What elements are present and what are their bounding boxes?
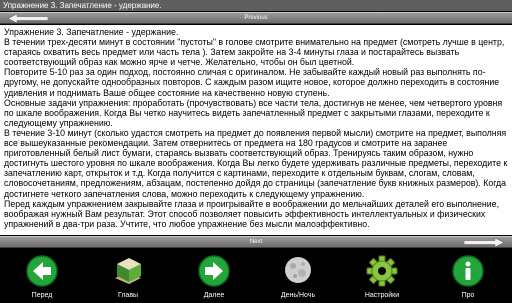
day-night-button[interactable]: День/Ночь <box>270 250 326 303</box>
back-label: Перед <box>31 292 53 299</box>
moon-icon <box>285 257 311 283</box>
reading-area[interactable]: Упражнение 3. Запечатление - удержание. … <box>0 25 512 235</box>
previous-bar[interactable]: Previous <box>0 12 512 24</box>
back-button[interactable]: Перед <box>14 250 70 303</box>
paragraph: В течение 3-10 минут (сколько удастся см… <box>4 127 508 199</box>
next-bar[interactable]: Next <box>0 236 512 248</box>
previous-label: Previous <box>244 15 268 21</box>
forward-arrow-icon <box>198 255 230 287</box>
settings-label: Настройки <box>364 292 400 299</box>
chapters-button[interactable]: Главы <box>100 250 156 303</box>
back-arrow-icon <box>26 255 58 287</box>
chapters-label: Главы <box>117 292 139 299</box>
info-icon <box>452 255 484 287</box>
paragraph: В течении трех-десяти минут в состоянии … <box>4 37 505 68</box>
about-label: Про <box>461 292 475 299</box>
article-heading: Упражнение 3. Запечатление - удержание. <box>4 27 179 37</box>
paragraph: Перед каждым упражнением закрывайте глаз… <box>4 198 500 229</box>
settings-button[interactable]: Настройки <box>354 250 410 303</box>
about-button[interactable]: Про <box>440 250 496 303</box>
window-title: Упражнение 3. Запечатление - удержание. <box>0 0 512 11</box>
book-icon <box>115 258 141 284</box>
article-text: Упражнение 3. Запечатление - удержание. … <box>0 25 512 229</box>
right-arrow-icon <box>464 238 504 247</box>
forward-label: Далее <box>203 292 225 299</box>
forward-button[interactable]: Далее <box>186 250 242 303</box>
day-night-label: День/Ночь <box>280 292 316 299</box>
paragraph: Основные задачи упражнения: проработать … <box>4 97 503 128</box>
gear-icon <box>366 255 398 287</box>
paragraph: Повторите 5-10 раз за один подход, посто… <box>4 67 500 98</box>
next-label: Next <box>249 239 263 245</box>
bottom-toolbar: Перед Главы Далее День/Ночь Настройки Пр… <box>0 250 512 303</box>
